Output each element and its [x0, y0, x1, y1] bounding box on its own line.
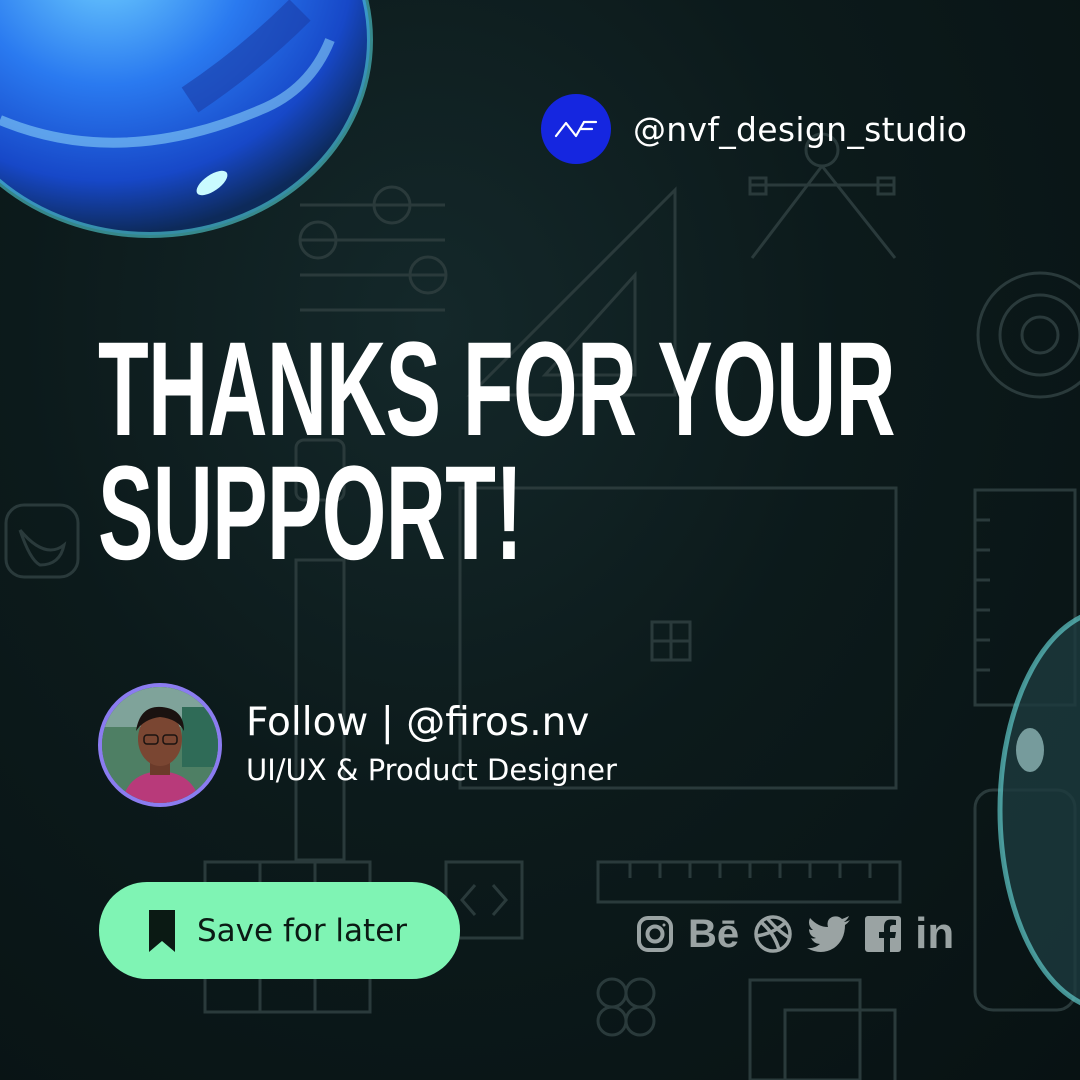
linkedin-icon[interactable]: in	[915, 909, 955, 958]
behance-label: Bē	[688, 911, 740, 956]
role-title: UI/UX & Product Designer	[246, 752, 617, 787]
headline-line-1: THANKS FOR YOUR	[98, 315, 896, 464]
brand-handle[interactable]: @nvf_design_studio	[633, 110, 967, 149]
nvf-logo-icon[interactable]	[541, 94, 611, 164]
dribbble-icon[interactable]	[753, 910, 793, 958]
author-profile: Follow | @firos.nv UI/UX & Product Desig…	[98, 683, 617, 807]
instagram-icon[interactable]	[636, 910, 674, 958]
facebook-icon[interactable]	[865, 910, 902, 958]
social-links: Bē in	[636, 909, 955, 958]
profile-text: Follow | @firos.nv UI/UX & Product Desig…	[246, 700, 617, 787]
top-left-glass-orb	[0, 0, 373, 238]
headline-line-2: SUPPORT!	[98, 439, 523, 588]
bookmark-icon	[149, 909, 175, 952]
linkedin-label: in	[915, 909, 955, 958]
headline: THANKS FOR YOUR SUPPORT!	[98, 315, 896, 588]
follow-handle[interactable]: Follow | @firos.nv	[246, 700, 617, 745]
brand-header: @nvf_design_studio	[541, 94, 967, 164]
post-canvas: @nvf_design_studio THANKS FOR YOUR SUPPO…	[0, 0, 1080, 1080]
save-for-later-button[interactable]: Save for later	[99, 882, 460, 979]
right-glass-orb	[997, 614, 1080, 1006]
twitter-icon[interactable]	[807, 910, 851, 958]
avatar[interactable]	[98, 683, 222, 807]
save-for-later-label: Save for later	[197, 912, 408, 949]
behance-icon[interactable]: Bē	[688, 910, 739, 958]
